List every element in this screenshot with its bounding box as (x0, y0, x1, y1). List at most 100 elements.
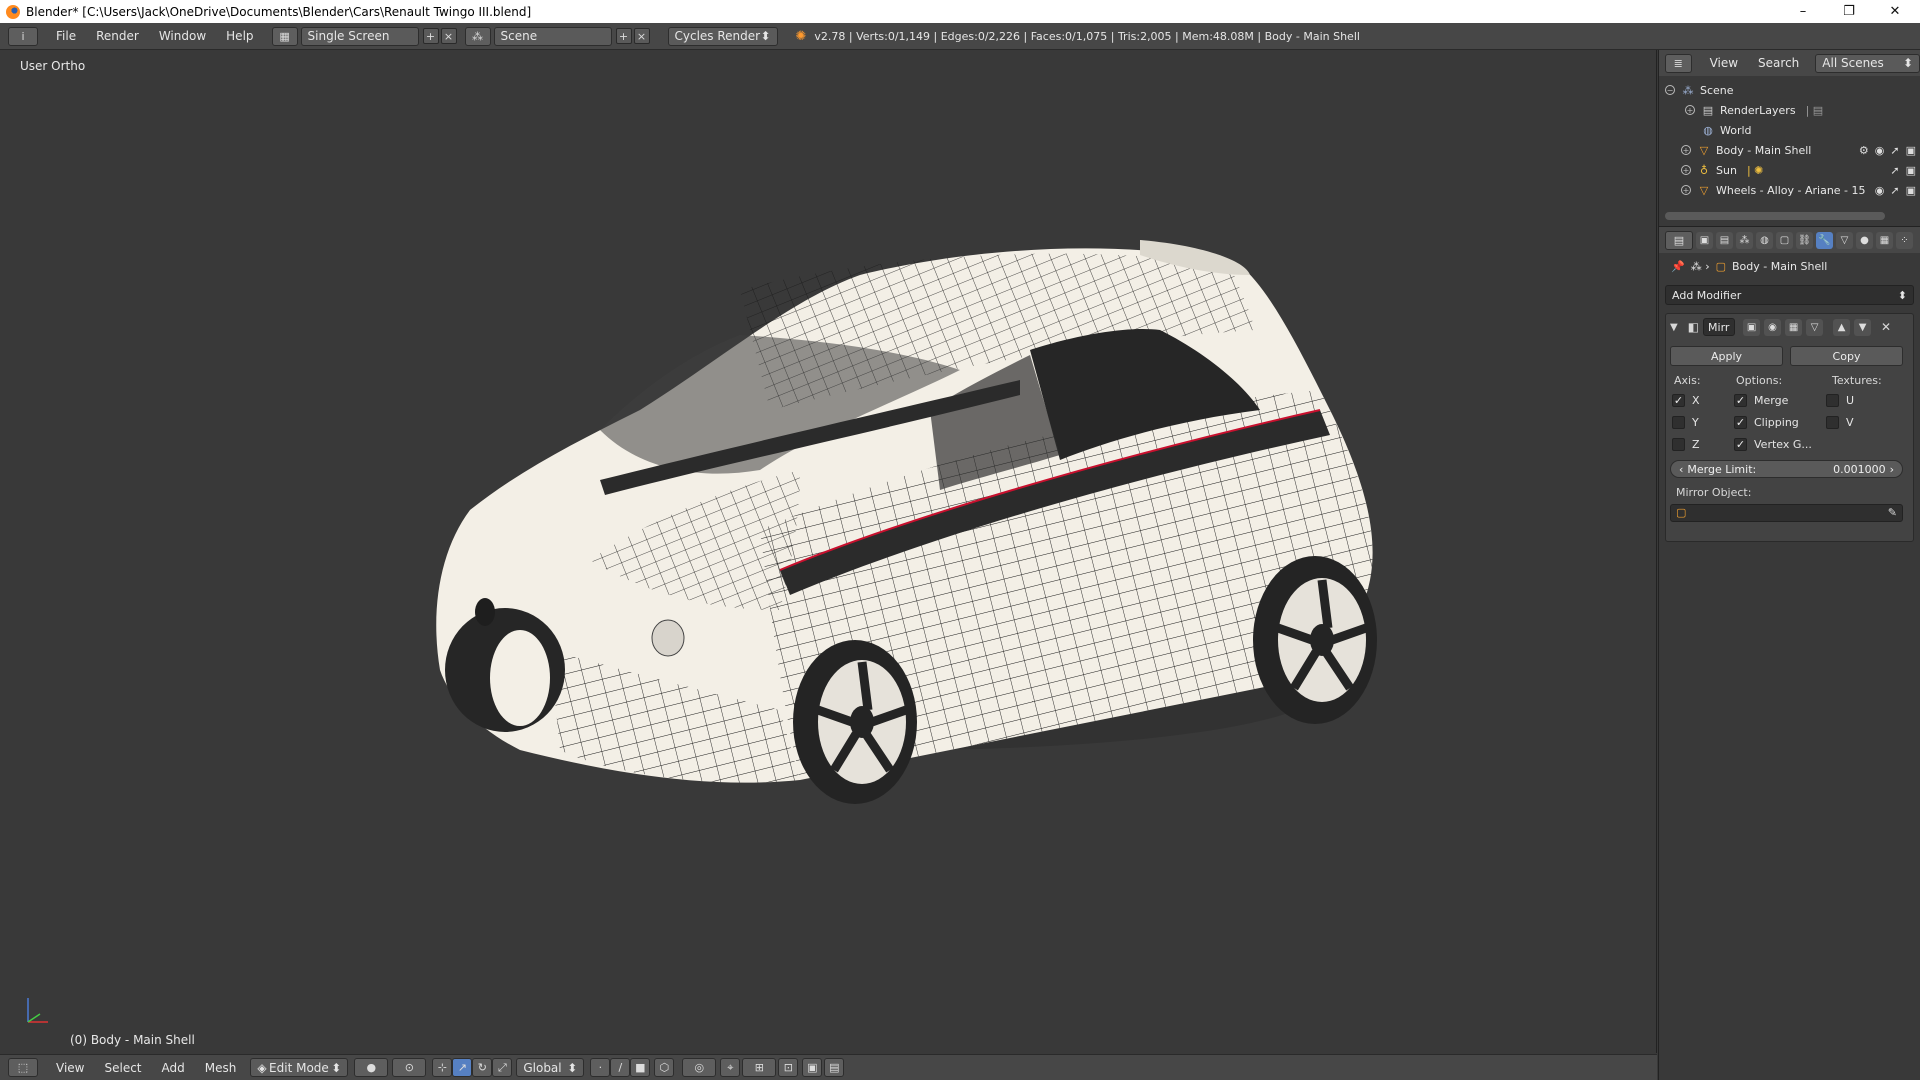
viewport-editor-type-icon[interactable]: ⬚ (8, 1058, 38, 1077)
mode-select[interactable]: ◈ Edit Mode ⬍ (250, 1058, 349, 1077)
close-button[interactable]: ✕ (1872, 0, 1918, 23)
copy-button[interactable]: Copy (1790, 346, 1903, 366)
snap-element-icon[interactable]: ⊞ (742, 1058, 777, 1077)
render-still-icon[interactable]: ▣ (802, 1058, 823, 1077)
outliner-row-sun[interactable]: + ♁ Sun | ✺ ➚ ▣ (1659, 160, 1920, 180)
object-tab-icon[interactable]: ▢ (1776, 231, 1793, 249)
mirror-object-field[interactable]: ▢ ✎ (1670, 504, 1903, 522)
visibility-eye-icon[interactable]: ◉ (1875, 144, 1885, 157)
pin-icon[interactable]: 📌 (1671, 260, 1685, 273)
modifier-icon[interactable]: ⚙ (1859, 144, 1869, 157)
selectable-arrow-icon[interactable]: ➚ (1890, 184, 1899, 197)
modifier-name-field[interactable]: Mirr (1703, 318, 1736, 336)
proportional-editing-icon[interactable]: ◎ (682, 1058, 717, 1077)
renderable-camera-icon[interactable]: ▣ (1906, 164, 1916, 177)
outliner-row-scene[interactable]: − ⁂ Scene (1659, 80, 1920, 100)
axis-y-checkbox[interactable]: Y (1672, 416, 1699, 429)
outliner-menu-view[interactable]: View (1700, 56, 1748, 70)
screen-layout-icon[interactable]: ▦ (271, 26, 298, 46)
edge-select-icon[interactable]: / (610, 1058, 631, 1077)
minimize-button[interactable]: – (1780, 0, 1826, 23)
scene-selector-icon[interactable]: ⁂ (464, 26, 491, 46)
render-animation-icon[interactable]: ▤ (824, 1058, 845, 1077)
menu-mesh[interactable]: Mesh (195, 1061, 247, 1075)
shading-mode-icon[interactable]: ● (354, 1058, 389, 1077)
outliner-row-body-main-shell[interactable]: + ▽ Body - Main Shell ⚙ ◉ ➚ ▣ (1659, 140, 1920, 160)
outliner-editor-icon[interactable]: ≣ (1665, 53, 1692, 73)
translate-manipulator-icon[interactable]: ↗ (452, 1058, 473, 1077)
selectable-arrow-icon[interactable]: ➚ (1890, 164, 1899, 177)
remove-modifier-icon[interactable]: ✕ (1881, 320, 1891, 334)
merge-limit-field[interactable]: ‹ Merge Limit: 0.001000 › (1670, 460, 1903, 478)
material-tab-icon[interactable]: ● (1856, 231, 1873, 249)
manipulator-icon[interactable]: ⊹ (432, 1058, 453, 1077)
car-mesh[interactable] (0, 50, 1657, 1053)
menu-render[interactable]: Render (86, 29, 149, 43)
modifiers-tab-icon[interactable]: 🔧 (1816, 231, 1833, 249)
renderable-camera-icon[interactable]: ▣ (1906, 144, 1916, 157)
pivot-point-icon[interactable]: ⊙ (392, 1058, 427, 1077)
texture-u-checkbox[interactable]: U (1826, 394, 1854, 407)
collapse-icon[interactable]: − (1665, 85, 1675, 95)
render-layers-tab-icon[interactable]: ▤ (1716, 231, 1733, 249)
decrement-arrow-icon[interactable]: ‹ (1679, 463, 1683, 476)
expand-icon[interactable]: + (1685, 105, 1695, 115)
limit-selection-icon[interactable]: ⬡ (654, 1058, 675, 1077)
scale-manipulator-icon[interactable]: ⤢ (492, 1058, 513, 1077)
expand-icon[interactable]: + (1681, 145, 1691, 155)
screen-layout-field[interactable]: Single Screen (300, 26, 419, 46)
add-scene-icon[interactable]: + (615, 28, 632, 44)
axis-x-checkbox[interactable]: ✓ X (1672, 394, 1700, 407)
maximize-button[interactable]: ❐ (1826, 0, 1872, 23)
menu-view[interactable]: View (46, 1061, 94, 1075)
axis-z-checkbox[interactable]: Z (1672, 438, 1700, 451)
visibility-eye-icon[interactable]: ◉ (1875, 184, 1885, 197)
menu-select[interactable]: Select (94, 1061, 151, 1075)
renderable-camera-icon[interactable]: ▣ (1906, 184, 1916, 197)
snap-toggle-icon[interactable]: ⌖ (720, 1058, 741, 1077)
move-down-icon[interactable]: ▼ (1854, 318, 1872, 336)
scene-field[interactable]: Scene (493, 26, 612, 46)
vertex-groups-checkbox[interactable]: ✓ Vertex G... (1734, 438, 1812, 451)
render-tab-icon[interactable]: ▣ (1696, 231, 1713, 249)
show-in-viewport-icon[interactable]: ◉ (1764, 318, 1782, 336)
selectable-arrow-icon[interactable]: ➚ (1890, 144, 1899, 157)
particles-tab-icon[interactable]: ⁘ (1896, 231, 1913, 249)
menu-file[interactable]: File (46, 29, 86, 43)
editor-type-icon[interactable]: i (8, 26, 38, 46)
menu-add[interactable]: Add (152, 1061, 195, 1075)
outliner-row-renderlayers[interactable]: + ▤ RenderLayers | ▤ (1659, 100, 1920, 120)
properties-editor-icon[interactable]: ▤ (1665, 230, 1693, 250)
world-tab-icon[interactable]: ◍ (1756, 231, 1773, 249)
data-tab-icon[interactable]: ▽ (1836, 231, 1853, 249)
menu-help[interactable]: Help (216, 29, 263, 43)
texture-tab-icon[interactable]: ▦ (1876, 231, 1893, 249)
vertex-select-icon[interactable]: · (590, 1058, 611, 1077)
remove-scene-icon[interactable]: × (633, 28, 650, 44)
transform-orientation-select[interactable]: Global ⬍ (516, 1058, 585, 1077)
show-in-render-icon[interactable]: ▦ (1785, 318, 1803, 336)
apply-button[interactable]: Apply (1670, 346, 1783, 366)
remove-screen-icon[interactable]: × (440, 28, 457, 44)
collapse-arrow-icon[interactable]: ▼ (1670, 322, 1678, 333)
clipping-checkbox[interactable]: ✓ Clipping (1734, 416, 1799, 429)
increment-arrow-icon[interactable]: › (1890, 463, 1894, 476)
outliner-row-world[interactable]: ◍ World (1659, 120, 1920, 140)
expand-icon[interactable]: + (1681, 165, 1691, 175)
merge-checkbox[interactable]: ✓ Merge (1734, 394, 1788, 407)
outliner-scrollbar[interactable] (1665, 212, 1885, 220)
show-in-editmode-icon[interactable]: ▣ (1743, 318, 1761, 336)
constraints-tab-icon[interactable]: ⛓ (1796, 231, 1813, 249)
outliner-row-wheels[interactable]: + ▽ Wheels - Alloy - Ariane - 15 ◉ ➚ ▣ (1659, 180, 1920, 200)
outliner-menu-search[interactable]: Search (1748, 56, 1809, 70)
face-select-icon[interactable]: ■ (630, 1058, 651, 1077)
snap-target-icon[interactable]: ⊡ (778, 1058, 799, 1077)
add-screen-icon[interactable]: + (422, 28, 439, 44)
move-up-icon[interactable]: ▲ (1833, 318, 1851, 336)
on-cage-icon[interactable]: ▽ (1806, 318, 1824, 336)
rotate-manipulator-icon[interactable]: ↻ (472, 1058, 493, 1077)
scene-tab-icon[interactable]: ⁂ (1736, 231, 1753, 249)
texture-v-checkbox[interactable]: V (1826, 416, 1854, 429)
add-modifier-select[interactable]: Add Modifier ⬍ (1665, 285, 1914, 305)
outliner-display-select[interactable]: All Scenes ⬍ (1815, 53, 1920, 73)
